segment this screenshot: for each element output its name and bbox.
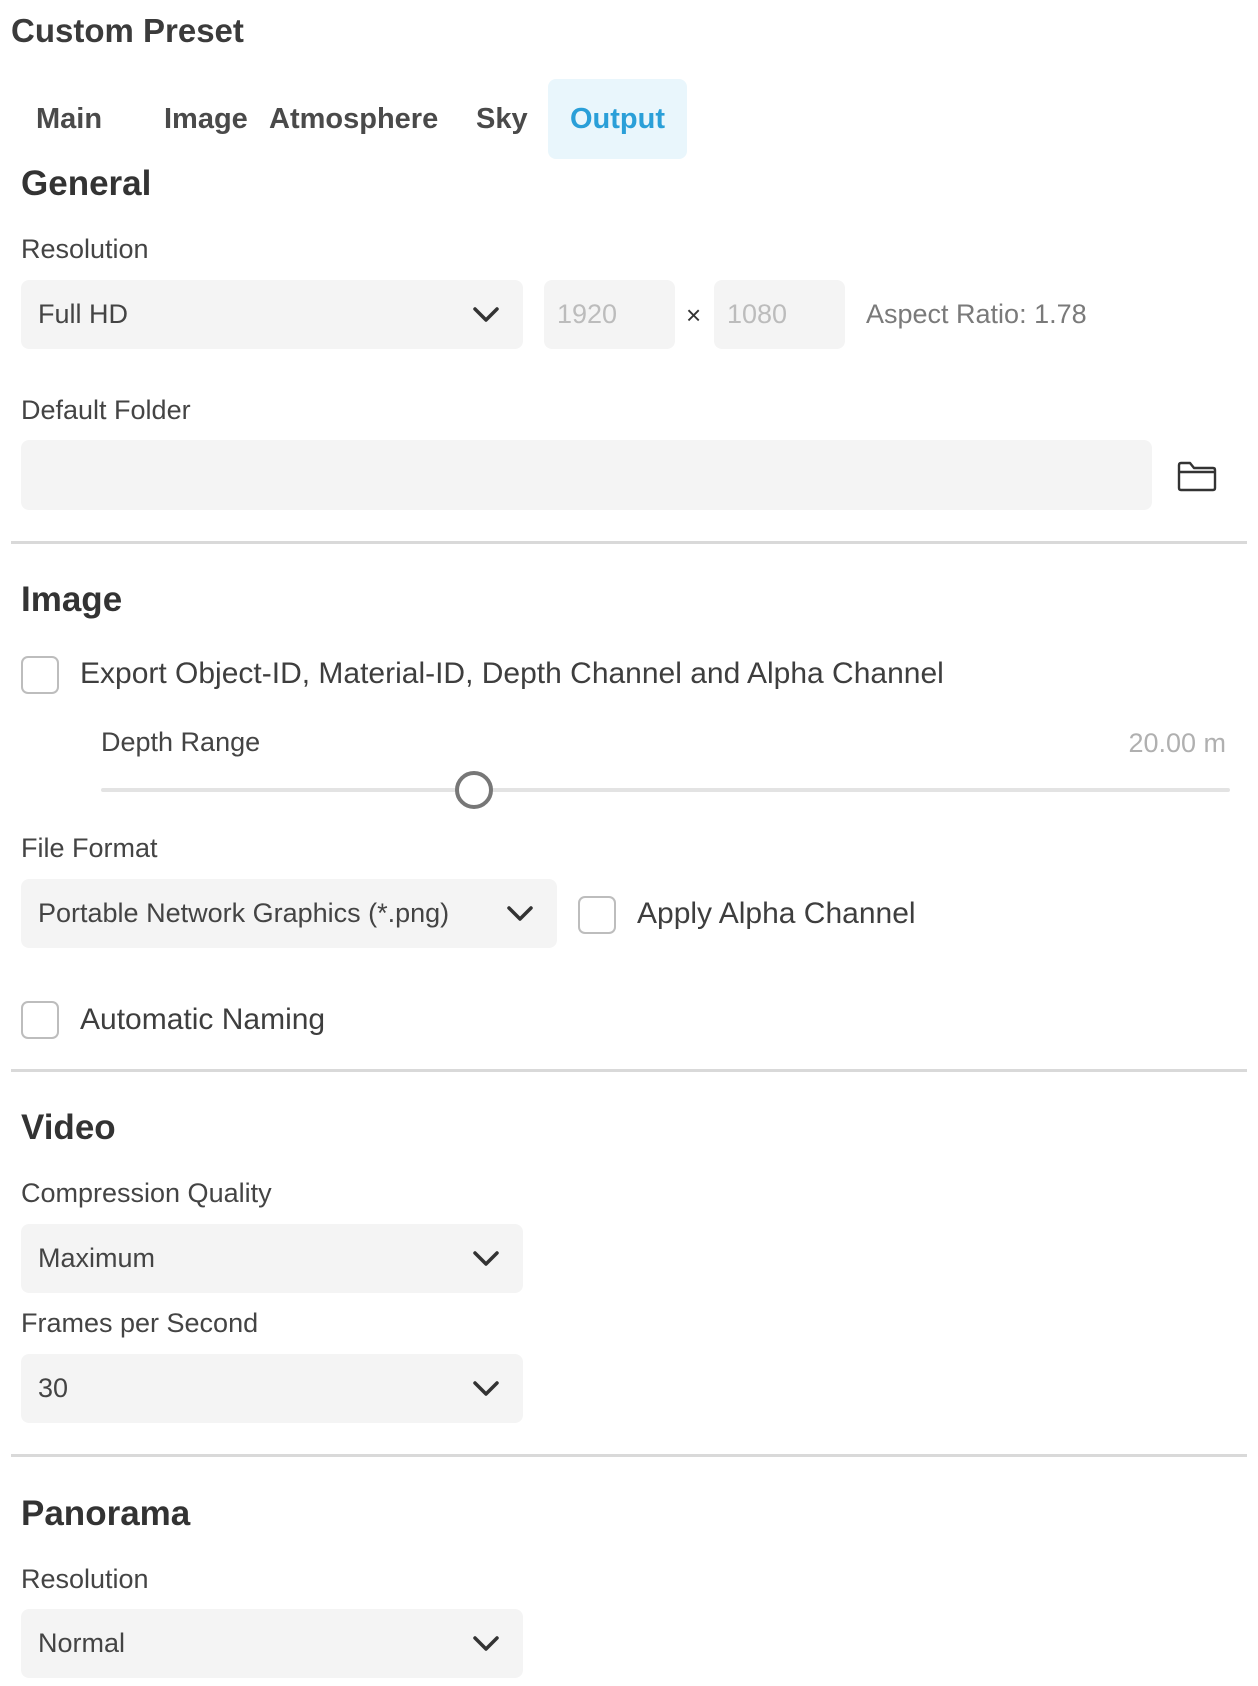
compression-quality-label: Compression Quality [21, 1178, 272, 1208]
depth-range-slider-thumb[interactable] [455, 771, 493, 809]
depth-range-slider-track[interactable] [101, 788, 1230, 792]
section-divider [11, 1454, 1247, 1457]
resolution-dropdown-value: Full HD [38, 299, 129, 329]
section-divider [11, 541, 1247, 544]
resolution-label: Resolution [21, 234, 149, 264]
times-sign: × [686, 300, 702, 330]
chevron-down-icon [473, 1635, 499, 1651]
tab-output[interactable]: Output [548, 79, 688, 159]
resolution-dropdown[interactable]: Full HD [21, 280, 523, 349]
chevron-down-icon [473, 1250, 499, 1266]
fps-dropdown-value: 30 [38, 1373, 69, 1403]
compression-quality-dropdown-value: Maximum [38, 1243, 156, 1273]
chevron-down-icon [473, 1380, 499, 1396]
section-divider [11, 1069, 1247, 1072]
panorama-resolution-label: Resolution [21, 1564, 149, 1594]
image-heading: Image [21, 580, 123, 619]
panorama-resolution-dropdown-value: Normal [38, 1628, 126, 1658]
width-field[interactable]: 1920 [544, 280, 675, 349]
apply-alpha-label: Apply Alpha Channel [637, 897, 916, 930]
page-title: Custom Preset [11, 12, 244, 49]
tab-sky[interactable]: Sky [454, 79, 550, 159]
export-channels-label: Export Object-ID, Material-ID, Depth Cha… [80, 657, 944, 690]
chevron-down-icon [507, 905, 533, 921]
apply-alpha-checkbox[interactable] [578, 896, 616, 934]
automatic-naming-checkbox[interactable] [21, 1001, 59, 1039]
tab-main[interactable]: Main [14, 79, 124, 159]
depth-range-value: 20.00 m [1128, 728, 1226, 758]
general-heading: General [21, 164, 152, 203]
folder-icon[interactable] [1177, 460, 1217, 492]
panorama-resolution-dropdown[interactable]: Normal [21, 1609, 523, 1678]
export-channels-checkbox[interactable] [21, 656, 59, 694]
panorama-heading: Panorama [21, 1494, 191, 1533]
chevron-down-icon [473, 306, 499, 322]
file-format-dropdown[interactable]: Portable Network Graphics (*.png) [21, 879, 557, 948]
depth-range-label: Depth Range [101, 727, 261, 757]
fps-dropdown[interactable]: 30 [21, 1354, 523, 1423]
file-format-dropdown-value: Portable Network Graphics (*.png) [38, 898, 450, 928]
compression-quality-dropdown[interactable]: Maximum [21, 1224, 523, 1293]
default-folder-label: Default Folder [21, 395, 191, 425]
height-field[interactable]: 1080 [714, 280, 845, 349]
automatic-naming-label: Automatic Naming [80, 1003, 326, 1036]
tab-atmosphere[interactable]: Atmosphere [247, 79, 460, 159]
file-format-label: File Format [21, 833, 158, 863]
default-folder-input[interactable] [21, 440, 1152, 510]
fps-label: Frames per Second [21, 1308, 259, 1338]
video-heading: Video [21, 1108, 116, 1147]
aspect-ratio-text: Aspect Ratio: 1.78 [866, 299, 1087, 329]
